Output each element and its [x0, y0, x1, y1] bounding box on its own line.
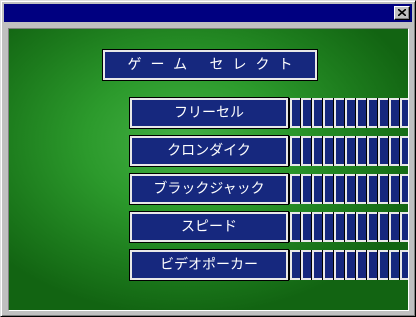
card-stack-speed	[289, 212, 408, 242]
card-back	[399, 98, 408, 128]
game-table: ゲーム セレクト フリーセルクロンダイク ブラックジャック スピードビデオポーカー	[8, 28, 409, 311]
game-button-videopoker[interactable]: ビデオポーカー	[129, 249, 289, 281]
card-back	[399, 136, 408, 166]
card-back	[399, 174, 408, 204]
card-stack-blackjack	[289, 174, 408, 204]
card-back	[399, 250, 408, 280]
game-button-freecell[interactable]: フリーセル	[129, 97, 289, 129]
card-back	[399, 212, 408, 242]
card-stack-freecell	[289, 98, 408, 128]
game-button-klondike[interactable]: クロンダイク	[129, 135, 289, 167]
card-stack-videopoker	[289, 250, 408, 280]
game-select-heading: ゲーム セレクト	[102, 49, 318, 81]
close-button[interactable]	[394, 6, 410, 20]
close-icon	[398, 9, 406, 16]
card-stack-klondike	[289, 136, 408, 166]
title-bar[interactable]	[4, 4, 412, 22]
game-button-blackjack[interactable]: ブラックジャック	[129, 173, 289, 205]
game-button-speed[interactable]: スピード	[129, 211, 289, 243]
game-window: ゲーム セレクト フリーセルクロンダイク ブラックジャック スピードビデオポーカー	[0, 0, 416, 317]
